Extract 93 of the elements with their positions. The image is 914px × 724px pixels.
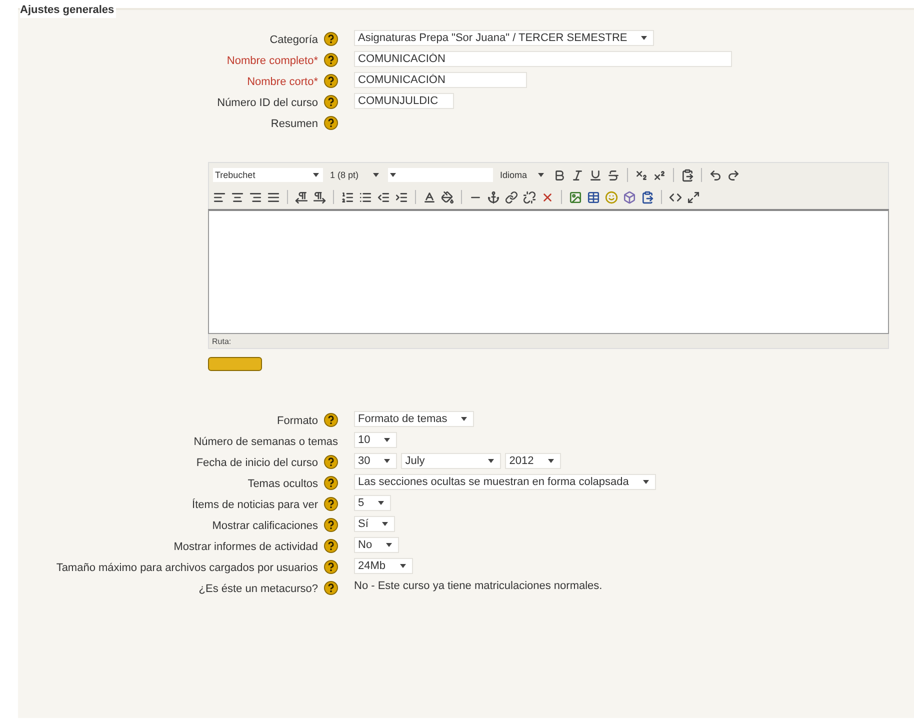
help-icon[interactable] (324, 95, 338, 109)
unlink-icon[interactable] (523, 190, 536, 204)
paint-bucket-icon[interactable] (441, 190, 454, 204)
caret-icon (382, 522, 388, 526)
caret-icon (384, 438, 390, 442)
dropdown[interactable]: 24Mb (354, 558, 413, 574)
field-label: Formato (277, 415, 318, 427)
static-value: No - Este curso ya tiene matriculaciones normales. (354, 579, 604, 594)
bullet-list-icon[interactable] (359, 190, 372, 204)
language-dropdown[interactable]: Idioma (498, 168, 548, 182)
dropdown[interactable]: July (401, 453, 502, 469)
remove-icon[interactable] (541, 190, 554, 204)
pilcrow-icon[interactable] (313, 190, 326, 204)
help-icon[interactable] (324, 116, 338, 130)
toolbar-icon[interactable] (395, 190, 408, 204)
caret-icon (548, 459, 554, 463)
toolbar-icon[interactable] (213, 190, 226, 204)
text-area[interactable] (208, 209, 889, 334)
path-label: Ruta: (212, 336, 232, 346)
caret-icon (378, 501, 384, 505)
dropdown[interactable]: Las secciones ocultas se muestran en forma colapsada (354, 474, 656, 490)
dropdown[interactable]: 2012 (505, 453, 561, 469)
strikethrough-icon[interactable] (607, 168, 620, 182)
caret-icon (373, 173, 379, 177)
field-label: Mostrar calificaciones (212, 520, 318, 532)
bold-icon[interactable] (553, 168, 566, 182)
field-label: Tamaño máximo para archivos cargados por usuarios (56, 562, 318, 574)
caret-icon (642, 480, 649, 484)
caret-icon (461, 417, 468, 421)
section-title: Ajustes generales (20, 2, 116, 18)
help-icon[interactable] (324, 518, 338, 532)
caret-icon (538, 173, 544, 177)
dropdown[interactable]: 30 (354, 453, 398, 469)
help-icon[interactable] (324, 455, 338, 469)
dropdown[interactable]: 5 (354, 495, 392, 511)
field-label: Resumen (270, 118, 318, 130)
caret-icon (386, 543, 392, 547)
field-label: Temas ocultos (248, 478, 318, 490)
field-label: Número de semanas o temas (194, 436, 338, 448)
field-label: Categoría (270, 34, 318, 46)
field-label: Número ID del curso (217, 97, 318, 109)
anchor-icon[interactable] (487, 190, 500, 204)
caret-icon (390, 173, 396, 177)
help-icon[interactable] (324, 74, 338, 88)
dropdown[interactable]: No (354, 537, 400, 553)
toolbar-icon[interactable] (249, 190, 262, 204)
help-button[interactable] (208, 357, 262, 371)
field-label: Nombre corto* (247, 76, 318, 88)
field-label: ¿Es éste un metacurso? (198, 583, 318, 595)
field-label: Nombre completo* (226, 55, 318, 67)
toolbar-icon[interactable] (231, 190, 244, 204)
caret-icon (641, 36, 648, 40)
subscript-icon[interactable] (635, 168, 648, 182)
redo-icon[interactable] (727, 168, 740, 182)
underline-icon[interactable] (589, 168, 602, 182)
clipboard-icon[interactable] (681, 168, 694, 182)
numbered-list-icon[interactable] (341, 190, 354, 204)
table-icon[interactable] (587, 190, 600, 204)
caret-icon (384, 459, 390, 463)
toolbar-icon[interactable] (267, 190, 280, 204)
italic-icon[interactable] (571, 168, 584, 182)
help-icon[interactable] (324, 53, 338, 67)
image-icon[interactable] (569, 190, 582, 204)
text-field[interactable]: COMUNJULDIC (354, 93, 454, 109)
caret-icon (313, 173, 319, 177)
help-icon[interactable] (324, 476, 338, 490)
dropdown[interactable]: Asignaturas Prepa "Sor Juana" / TERCER SEMESTRE (354, 30, 654, 46)
superscript-icon[interactable] (653, 168, 666, 182)
caret-icon (400, 564, 406, 568)
help-icon[interactable] (324, 413, 338, 427)
help-icon[interactable] (324, 32, 338, 46)
help-icon[interactable] (324, 497, 338, 511)
caret-icon (488, 459, 494, 463)
toolbar-icon[interactable] (377, 190, 390, 204)
pilcrow-icon[interactable] (295, 190, 308, 204)
clipboard-icon[interactable] (641, 190, 654, 204)
field-label: Ítems de noticias para ver (192, 499, 318, 511)
fullscreen-icon[interactable] (687, 190, 700, 204)
field-label: Fecha de inicio del curso (196, 457, 318, 469)
undo-icon[interactable] (709, 168, 722, 182)
dropdown[interactable]: Sí (354, 516, 396, 532)
code-icon[interactable] (669, 190, 682, 204)
font-dropdown[interactable]: Trebuchet (213, 168, 323, 182)
text-color-icon[interactable] (423, 190, 436, 204)
field-label: Mostrar informes de actividad (174, 541, 318, 553)
link-icon[interactable] (505, 190, 518, 204)
help-icon[interactable] (324, 539, 338, 553)
help-icon[interactable] (324, 560, 338, 574)
dropdown[interactable]: Formato de temas (354, 411, 474, 427)
dropdown[interactable]: 10 (354, 432, 398, 448)
cube-icon[interactable] (623, 190, 636, 204)
help-icon[interactable] (324, 581, 338, 595)
size-dropdown[interactable]: 1 (8 pt) (328, 168, 383, 182)
